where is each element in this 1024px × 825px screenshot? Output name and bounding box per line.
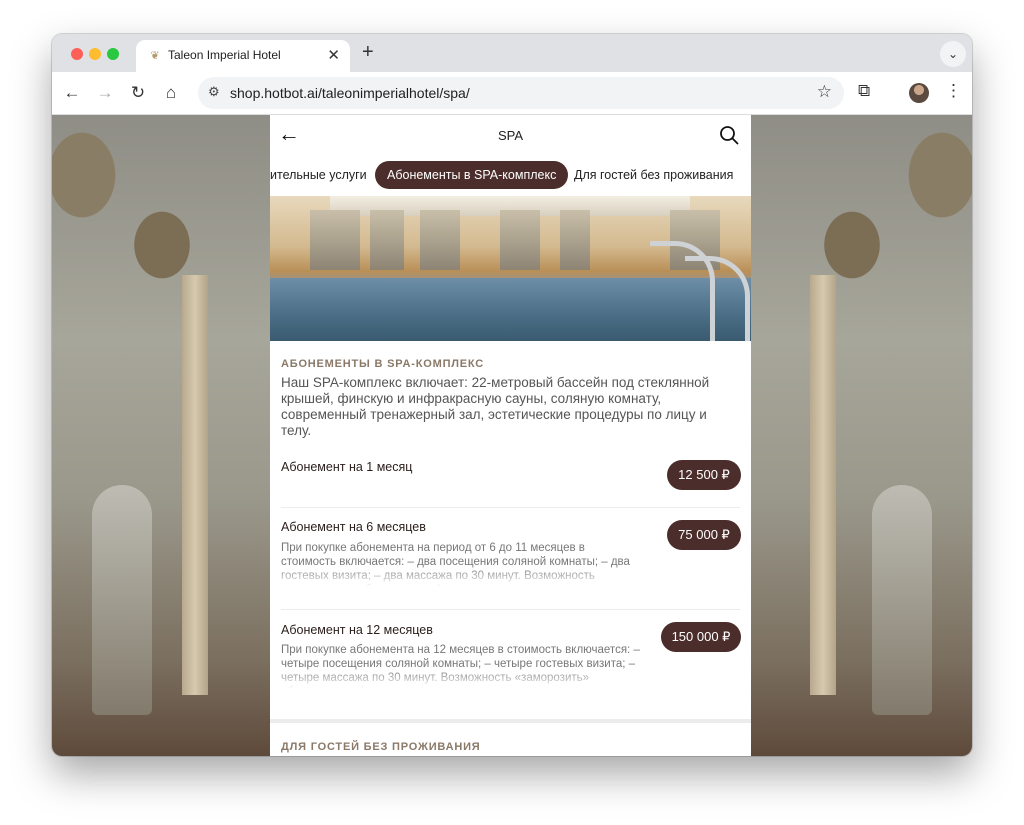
category-tabs: ительные услуги Абонементы в SPA-комплек… [270,161,751,191]
page-title: SPA [497,128,524,143]
browser-menu-icon[interactable]: ⋮ [945,81,962,101]
forward-icon[interactable]: → [94,82,116,104]
search-icon[interactable] [719,125,739,145]
tab-non-resident-guests[interactable]: Для гостей без проживания [562,161,745,189]
tab-additional-services[interactable]: ительные услуги [270,161,379,189]
background-candelabra [92,485,152,715]
price-button[interactable]: 150 000 ₽ [661,622,741,652]
site-settings-icon[interactable]: ⚙ [208,84,220,100]
url-text[interactable]: shop.hotbot.ai/taleonimperialhotel/spa/ [230,85,470,101]
item-description: При покупке абонемента на 12 месяцев в с… [281,644,640,689]
divider [281,507,740,508]
item-title[interactable]: Абонемент на 1 месяц [281,460,412,474]
tab-title: Taleon Imperial Hotel [168,48,281,62]
address-bar[interactable]: ⚙ shop.hotbot.ai/taleonimperialhotel/spa… [198,77,844,109]
hotel-favicon-icon: ❦ [150,50,160,62]
background-column [182,275,208,695]
item-title[interactable]: Абонемент на 12 месяцев [281,623,433,637]
price-button[interactable]: 75 000 ₽ [667,520,741,550]
page-viewport: ← SPA ительные услуги Абонементы в SPA-к… [52,115,972,756]
shop-panel: ← SPA ительные услуги Абонементы в SPA-к… [270,115,751,756]
window-close-button[interactable] [71,48,83,60]
bookmark-star-icon[interactable]: ☆ [817,82,832,102]
background-candelabra [872,485,932,715]
next-section-heading: ДЛЯ ГОСТЕЙ БЕЗ ПРОЖИВАНИЯ [281,741,481,753]
tab-search-button[interactable]: ⌄ [940,41,966,67]
browser-tab[interactable]: ❦ Taleon Imperial Hotel ✕ [136,40,350,72]
divider [281,609,740,610]
shop-header: ← SPA [270,115,751,157]
tab-close-icon[interactable]: ✕ [327,46,340,64]
price-button[interactable]: 12 500 ₽ [667,460,741,490]
home-icon[interactable]: ⌂ [160,82,182,104]
section-heading: АБОНЕМЕНТЫ В SPA-КОМПЛЕКС [281,358,485,370]
reload-icon[interactable]: ↻ [127,82,149,104]
browser-window: ❦ Taleon Imperial Hotel ✕ + ⌄ ← → ↻ ⌂ ⚙ … [52,34,972,756]
tab-strip: ❦ Taleon Imperial Hotel ✕ + ⌄ [52,34,972,72]
tab-spa-memberships[interactable]: Абонементы в SPA-комплекс [375,161,569,189]
profile-avatar[interactable] [909,83,929,103]
spa-pool-photo [270,196,751,341]
window-maximize-button[interactable] [107,48,119,60]
section-divider [270,719,751,723]
item-description: При покупке абонемента на период от 6 до… [281,542,630,587]
new-tab-button[interactable]: + [362,41,374,64]
section-description: Наш SPA-комплекс включает: 22-метровый б… [281,375,710,438]
browser-toolbar: ← → ↻ ⌂ ⚙ shop.hotbot.ai/taleonimperialh… [52,72,972,115]
background-column [810,275,836,695]
item-title[interactable]: Абонемент на 6 месяцев [281,520,426,534]
extensions-icon[interactable]: ⧉ [858,81,870,101]
back-icon[interactable]: ← [61,82,83,104]
window-minimize-button[interactable] [89,48,101,60]
